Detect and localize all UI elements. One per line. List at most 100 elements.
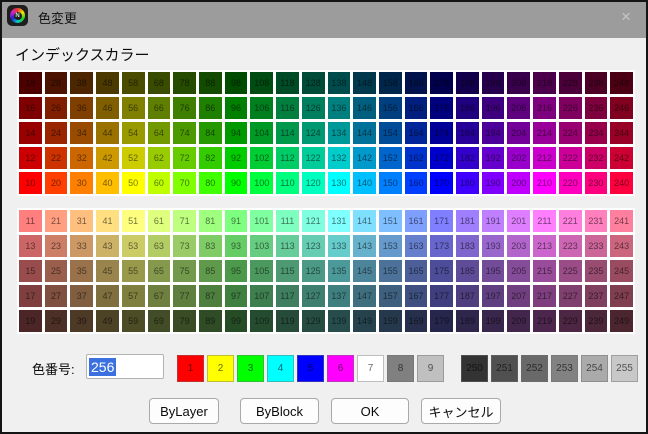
color-swatch-243[interactable]: 243 [610,235,633,257]
color-swatch-52[interactable]: 52 [121,147,145,169]
color-swatch-11[interactable]: 11 [19,210,42,232]
color-swatch-228[interactable]: 228 [558,72,582,94]
color-swatch-142[interactable]: 142 [353,147,376,169]
color-swatch-107[interactable]: 107 [250,285,274,307]
color-swatch-17[interactable]: 17 [19,285,42,307]
color-swatch-119[interactable]: 119 [276,310,299,332]
color-swatch-92[interactable]: 92 [224,147,248,169]
color-swatch-177[interactable]: 177 [430,285,454,307]
color-swatch-18[interactable]: 18 [19,72,42,94]
ok-button[interactable]: OK [331,398,409,424]
color-swatch-1[interactable]: 1 [177,355,204,382]
color-swatch-189[interactable]: 189 [456,310,479,332]
color-swatch-247[interactable]: 247 [610,285,633,307]
color-swatch-63[interactable]: 63 [147,235,171,257]
color-swatch-12[interactable]: 12 [19,147,42,169]
color-swatch-93[interactable]: 93 [224,235,248,257]
color-swatch-166[interactable]: 166 [404,97,428,119]
color-swatch-136[interactable]: 136 [327,97,351,119]
color-swatch-39[interactable]: 39 [70,310,94,332]
color-swatch-40[interactable]: 40 [96,172,119,194]
color-swatch-78[interactable]: 78 [173,72,196,94]
byblock-button[interactable]: ByBlock [240,398,319,424]
color-swatch-182[interactable]: 182 [456,147,479,169]
color-swatch-208[interactable]: 208 [507,72,531,94]
color-swatch-201[interactable]: 201 [507,210,531,232]
color-swatch-219[interactable]: 219 [533,310,556,332]
color-swatch-13[interactable]: 13 [19,235,42,257]
color-swatch-9[interactable]: 9 [417,355,444,382]
color-swatch-100[interactable]: 100 [250,172,274,194]
color-swatch-153[interactable]: 153 [378,235,402,257]
color-swatch-57[interactable]: 57 [121,285,145,307]
color-swatch-64[interactable]: 64 [147,122,171,144]
color-swatch-73[interactable]: 73 [173,235,196,257]
color-swatch-21[interactable]: 21 [44,210,68,232]
color-swatch-205[interactable]: 205 [507,260,531,282]
color-swatch-155[interactable]: 155 [378,260,402,282]
color-swatch-254[interactable]: 254 [581,355,608,382]
color-swatch-175[interactable]: 175 [430,260,454,282]
color-swatch-117[interactable]: 117 [276,285,299,307]
color-swatch-68[interactable]: 68 [147,72,171,94]
color-swatch-54[interactable]: 54 [121,122,145,144]
color-swatch-141[interactable]: 141 [353,210,376,232]
color-swatch-157[interactable]: 157 [378,285,402,307]
color-swatch-129[interactable]: 129 [301,310,325,332]
color-swatch-221[interactable]: 221 [558,210,582,232]
color-swatch-139[interactable]: 139 [327,310,351,332]
color-swatch-111[interactable]: 111 [276,210,299,232]
color-swatch-47[interactable]: 47 [96,285,119,307]
color-swatch-178[interactable]: 178 [430,72,454,94]
color-swatch-161[interactable]: 161 [404,210,428,232]
color-swatch-113[interactable]: 113 [276,235,299,257]
color-swatch-253[interactable]: 253 [551,355,578,382]
color-swatch-150[interactable]: 150 [378,172,402,194]
color-swatch-82[interactable]: 82 [198,147,222,169]
color-swatch-220[interactable]: 220 [558,172,582,194]
color-swatch-20[interactable]: 20 [44,172,68,194]
color-swatch-186[interactable]: 186 [456,97,479,119]
color-swatch-125[interactable]: 125 [301,260,325,282]
color-swatch-255[interactable]: 255 [611,355,638,382]
color-swatch-41[interactable]: 41 [96,210,119,232]
bylayer-button[interactable]: ByLayer [149,398,219,424]
color-swatch-202[interactable]: 202 [507,147,531,169]
color-swatch-181[interactable]: 181 [456,210,479,232]
color-swatch-59[interactable]: 59 [121,310,145,332]
color-swatch-122[interactable]: 122 [301,147,325,169]
color-swatch-203[interactable]: 203 [507,235,531,257]
color-swatch-102[interactable]: 102 [250,147,274,169]
color-swatch-7[interactable]: 7 [357,355,384,382]
color-swatch-29[interactable]: 29 [44,310,68,332]
color-swatch-165[interactable]: 165 [404,260,428,282]
color-swatch-2[interactable]: 2 [207,355,234,382]
color-swatch-66[interactable]: 66 [147,97,171,119]
color-swatch-58[interactable]: 58 [121,72,145,94]
color-swatch-192[interactable]: 192 [481,147,505,169]
color-swatch-48[interactable]: 48 [96,72,119,94]
color-swatch-132[interactable]: 132 [327,147,351,169]
color-swatch-248[interactable]: 248 [610,72,633,94]
color-swatch-4[interactable]: 4 [267,355,294,382]
color-swatch-8[interactable]: 8 [387,355,414,382]
color-swatch-232[interactable]: 232 [584,147,608,169]
color-swatch-46[interactable]: 46 [96,97,119,119]
color-swatch-198[interactable]: 198 [481,72,505,94]
color-swatch-75[interactable]: 75 [173,260,196,282]
color-swatch-170[interactable]: 170 [430,172,454,194]
color-swatch-81[interactable]: 81 [198,210,222,232]
color-swatch-50[interactable]: 50 [121,172,145,194]
color-swatch-251[interactable]: 251 [491,355,518,382]
color-swatch-147[interactable]: 147 [353,285,376,307]
color-swatch-134[interactable]: 134 [327,122,351,144]
color-swatch-194[interactable]: 194 [481,122,505,144]
color-swatch-23[interactable]: 23 [44,235,68,257]
color-swatch-106[interactable]: 106 [250,97,274,119]
color-swatch-214[interactable]: 214 [533,122,556,144]
color-swatch-146[interactable]: 146 [353,97,376,119]
color-swatch-112[interactable]: 112 [276,147,299,169]
color-swatch-34[interactable]: 34 [70,122,94,144]
color-swatch-222[interactable]: 222 [558,147,582,169]
color-swatch-154[interactable]: 154 [378,122,402,144]
